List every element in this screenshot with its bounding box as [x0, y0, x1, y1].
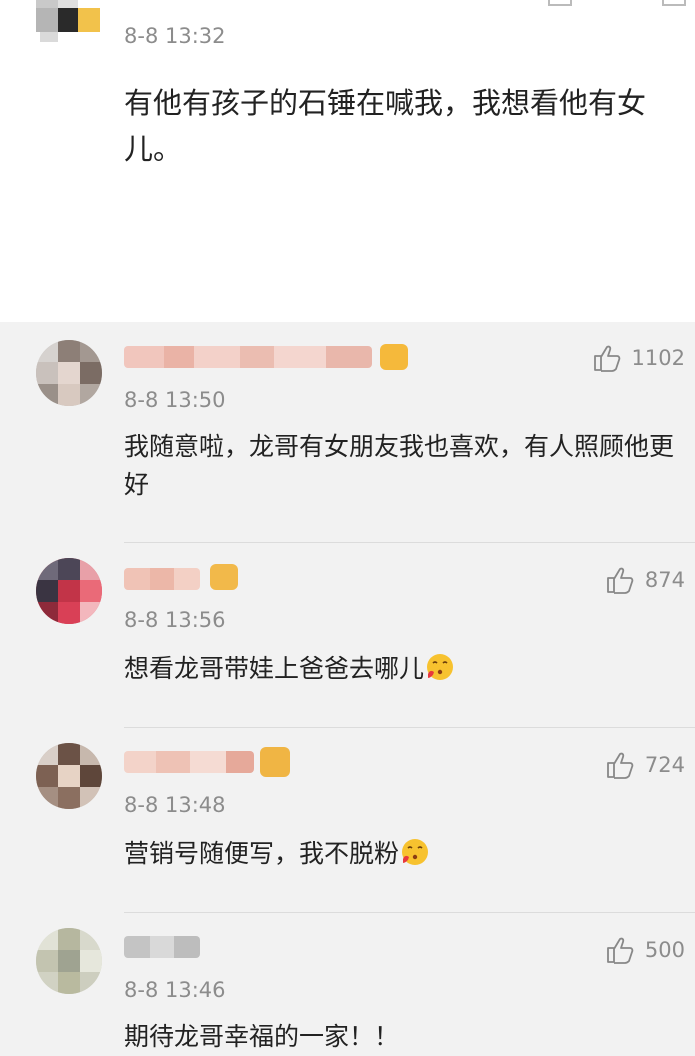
comment-text: 营销号随便写，我不脱粉 — [124, 835, 684, 873]
comment-item: 500 8-8 13:46 期待龙哥幸福的一家！！ — [0, 912, 695, 1051]
like-icon[interactable] — [662, 0, 686, 6]
comment-item: 874 8-8 13:56 想看龙哥带娃上爸爸去哪儿 — [0, 542, 695, 727]
thumbs-up-icon — [607, 937, 634, 964]
like-button[interactable]: 1102 — [592, 342, 685, 374]
comment-timestamp: 8-8 13:56 — [124, 608, 226, 632]
comment-timestamp: 8-8 13:32 — [124, 24, 226, 48]
comment-item: 724 8-8 13:48 营销号随便写，我不脱粉 — [0, 727, 695, 912]
thumbs-up-icon — [607, 567, 634, 594]
avatar[interactable] — [36, 743, 102, 809]
comment-item: 1102 8-8 13:50 我随意啦，龙哥有女朋友我也喜欢，有人照顾他更好 — [0, 322, 695, 542]
username-blurred[interactable] — [124, 346, 372, 368]
username-blurred[interactable] — [124, 751, 254, 773]
user-badge-icon — [260, 747, 290, 777]
user-badge-icon — [380, 344, 408, 370]
like-count: 1102 — [631, 346, 685, 370]
reply-icon[interactable] — [548, 0, 572, 6]
like-button[interactable]: 500 — [605, 934, 685, 966]
avatar[interactable] — [36, 558, 102, 624]
username-blurred[interactable] — [124, 936, 200, 958]
like-button[interactable]: 724 — [605, 749, 685, 781]
kiss-face-emoji-icon — [402, 839, 429, 865]
like-count: 500 — [644, 938, 685, 962]
comment-timestamp: 8-8 13:50 — [124, 388, 226, 412]
comment-text: 我随意啦，龙哥有女朋友我也喜欢，有人照顾他更好 — [124, 432, 675, 499]
avatar[interactable] — [36, 340, 102, 406]
divider — [124, 727, 695, 728]
thumbs-up-icon — [607, 752, 634, 779]
like-button[interactable]: 874 — [605, 564, 685, 596]
thumbs-up-icon — [593, 345, 620, 372]
user-badge-icon — [210, 564, 238, 590]
username-blurred[interactable] — [124, 568, 200, 590]
comment-timestamp: 8-8 13:46 — [124, 978, 226, 1002]
kiss-face-emoji-icon — [427, 654, 454, 680]
like-count: 874 — [644, 568, 685, 592]
comment-timestamp: 8-8 13:48 — [124, 793, 226, 817]
comment-text: 有他有孩子的石锤在喊我，我想看他有女儿。 — [124, 86, 647, 166]
top-comment: 8-8 13:32 有他有孩子的石锤在喊我，我想看他有女儿。 — [0, 0, 695, 322]
avatar[interactable] — [36, 928, 102, 994]
comment-text: 期待龙哥幸福的一家！！ — [124, 1022, 400, 1051]
divider — [124, 542, 695, 543]
divider — [124, 912, 695, 913]
avatar[interactable] — [30, 0, 100, 50]
like-count: 724 — [644, 753, 685, 777]
comment-text: 想看龙哥带娃上爸爸去哪儿 — [124, 650, 684, 688]
